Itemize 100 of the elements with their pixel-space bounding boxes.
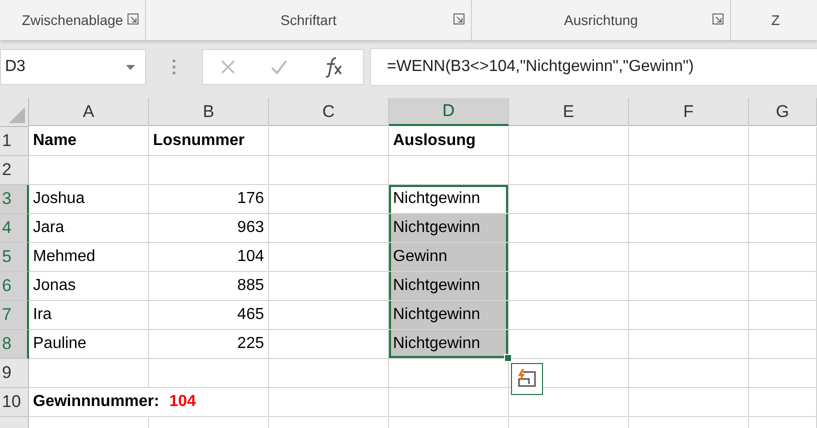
grid-cell[interactable]: 465 [149,301,269,330]
select-all-corner[interactable] [0,98,29,127]
cancel-icon[interactable] [220,59,236,75]
column-header[interactable]: D [389,98,509,126]
grid-cell[interactable] [629,272,749,301]
grid-cell[interactable] [509,388,629,417]
grid-cell[interactable] [269,185,389,214]
grid-cell[interactable]: 885 [149,272,269,301]
row-header[interactable]: 5 [0,243,29,272]
grid-cell[interactable] [269,301,389,330]
grid-cell[interactable] [749,301,817,330]
grid-cell[interactable] [749,156,817,185]
grid-cell[interactable] [509,127,629,156]
row-header[interactable]: 9 [0,359,29,388]
grid-cell[interactable] [269,127,389,156]
column-header[interactable]: G [749,98,817,126]
grid-cell[interactable] [629,330,749,359]
grid-cell[interactable] [509,272,629,301]
grid-cell[interactable] [269,272,389,301]
row-header[interactable]: 6 [0,272,29,301]
selected-cell[interactable]: Nichtgewinn [389,301,509,330]
grid-cell[interactable]: 176 [149,185,269,214]
fill-handle[interactable] [504,354,512,362]
grid-cell[interactable] [629,388,749,417]
dialog-launcher-icon[interactable] [453,13,465,25]
selected-cell[interactable]: Nichtgewinn [389,272,509,301]
quick-analysis-button[interactable] [511,363,543,395]
selected-cell[interactable]: Gewinn [389,243,509,272]
checkmark-icon[interactable] [270,59,288,75]
grid-cell[interactable]: Pauline [29,330,149,359]
grid-cell[interactable]: Gewinnnummer: 104 [29,388,269,417]
grid-cell[interactable] [509,330,629,359]
selected-cell[interactable]: Nichtgewinn [389,214,509,243]
cell-text: Mehmed [33,247,96,267]
formula-field[interactable]: =WENN(B3<>104,"Nichtgewinn","Gewinn") [370,48,817,86]
grid-cell[interactable] [629,301,749,330]
grid-cell[interactable] [629,214,749,243]
grid-cell[interactable] [509,185,629,214]
ribbon-group-label: Ausrichtung [564,12,638,28]
grid-cell[interactable]: Ira [29,301,149,330]
grid-cell[interactable] [749,185,817,214]
grid-cell[interactable] [509,301,629,330]
grid-cell[interactable] [749,388,817,417]
row-header[interactable]: 1 [0,127,29,156]
grid-cell[interactable] [749,243,817,272]
row-header[interactable]: 10 [0,388,29,417]
grid-cell[interactable] [629,156,749,185]
cell-text: 104 [237,247,264,267]
row-header[interactable]: 4 [0,214,29,243]
grid-cell[interactable] [629,127,749,156]
column-header[interactable]: B [149,98,269,126]
grid-cell[interactable]: Auslosung [389,127,509,156]
grid-cell[interactable] [629,359,749,388]
column-header[interactable]: F [629,98,749,126]
selected-cell[interactable]: Nichtgewinn [389,185,509,214]
grid-cell[interactable]: 963 [149,214,269,243]
grid-cell[interactable]: Losnummer [149,127,269,156]
row-header[interactable]: 2 [0,156,29,185]
column-header[interactable]: E [509,98,629,126]
grid-cell[interactable] [749,359,817,388]
grid-cell[interactable] [149,156,269,185]
cell-text: Nichtgewinn [393,305,480,325]
grid-cell[interactable] [389,388,509,417]
column-header[interactable]: A [29,98,149,126]
grid-cell[interactable]: Name [29,127,149,156]
grid-cell[interactable]: Mehmed [29,243,149,272]
grid-cell[interactable] [509,156,629,185]
row-header[interactable]: 3 [0,185,29,214]
grid-cell[interactable]: Jara [29,214,149,243]
ribbon-group-label: Zwischenablage [22,12,124,28]
grid-cell[interactable] [269,359,389,388]
grid-cell[interactable]: 225 [149,330,269,359]
grid-cell[interactable] [749,272,817,301]
grid-cell[interactable]: Joshua [29,185,149,214]
grid-cell[interactable] [629,185,749,214]
grid-cell[interactable] [509,243,629,272]
grid-cell[interactable] [389,156,509,185]
grid-cell[interactable] [749,214,817,243]
grid-cell[interactable]: 104 [149,243,269,272]
grid-cell[interactable] [269,330,389,359]
grid-cell[interactable]: Jonas [29,272,149,301]
dialog-launcher-icon[interactable] [712,13,724,25]
column-header[interactable]: C [269,98,389,126]
grid-cell[interactable] [29,359,149,388]
drag-handle-icon[interactable] [172,59,176,75]
row-header[interactable]: 7 [0,301,29,330]
grid-cell[interactable] [269,243,389,272]
dialog-launcher-icon[interactable] [127,13,139,25]
grid-cell[interactable] [629,243,749,272]
name-box[interactable]: D3 [0,49,146,85]
grid-cell[interactable] [269,156,389,185]
grid-cell[interactable] [29,156,149,185]
grid-cell[interactable] [749,330,817,359]
grid-cell[interactable] [269,388,389,417]
grid-cell[interactable] [389,359,509,388]
row-header[interactable]: 8 [0,330,29,359]
grid-cell[interactable] [269,214,389,243]
grid-cell[interactable] [509,214,629,243]
grid-cell[interactable] [749,127,817,156]
grid-cell[interactable] [149,359,269,388]
